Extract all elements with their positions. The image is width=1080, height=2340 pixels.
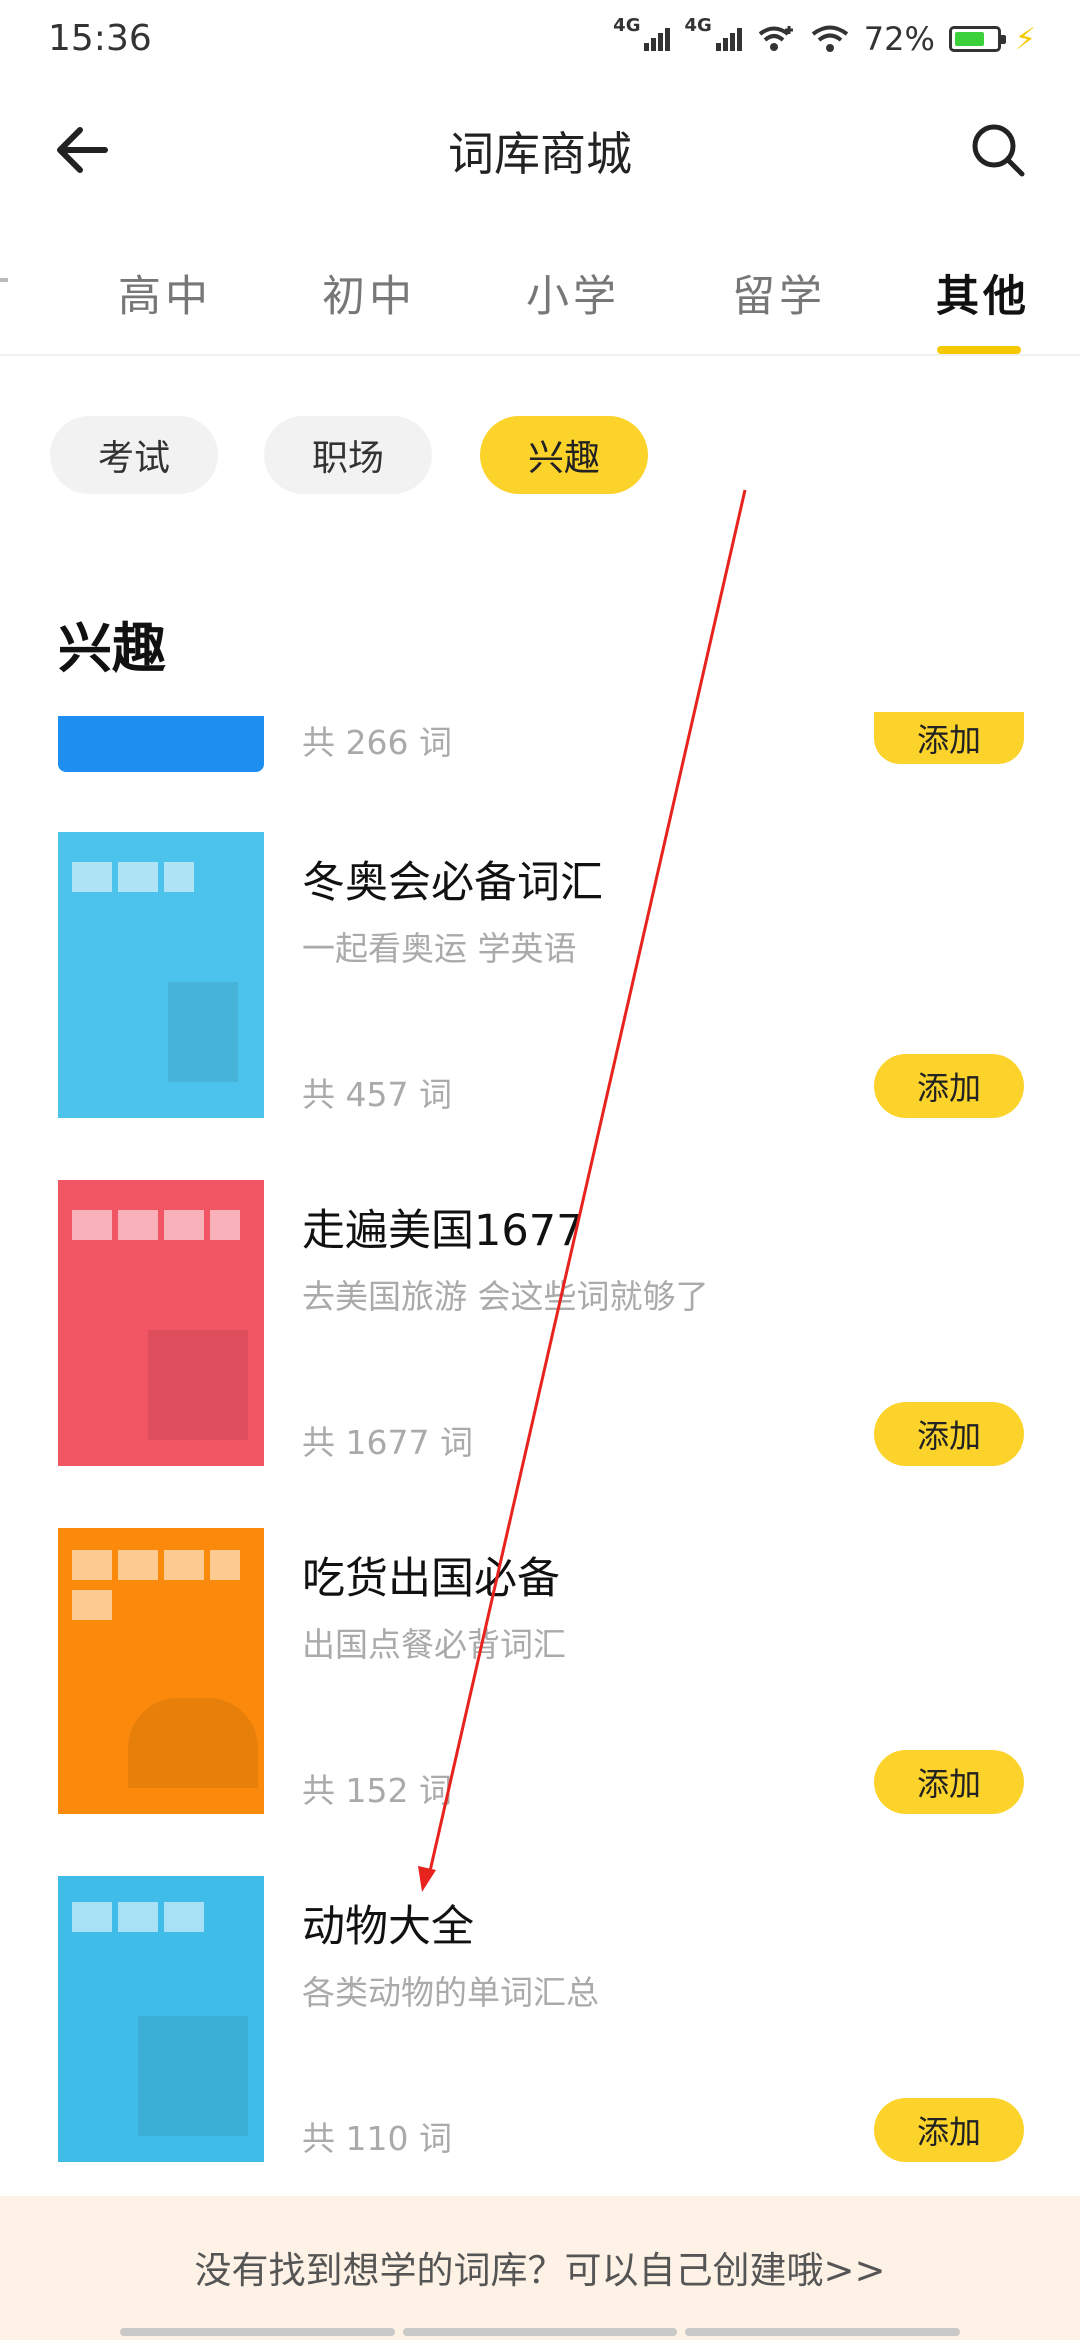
book-word-count: 共 457 词 (302, 1075, 452, 1114)
charging-icon: ⚡ (1014, 21, 1036, 57)
page-title: 词库商城 (448, 127, 632, 181)
active-tab-indicator (937, 346, 1021, 354)
book-item[interactable]: 走遍美国1677 去美国旅游 会这些词就够了 共 1677 词 添加 (0, 1180, 1080, 1530)
tab-scroll-edge (0, 278, 8, 282)
cellular-signal-icon-2: 4G (684, 16, 742, 51)
section-title: 兴趣 (58, 617, 166, 680)
book-item[interactable]: 冬奥会必备词汇 一起看奥运 学英语 共 457 词 添加 (0, 832, 1080, 1182)
book-title: 吃货出国必备 (302, 1554, 560, 1604)
book-title: 走遍美国1677 (302, 1206, 584, 1256)
book-description: 去美国旅游 会这些词就够了 (302, 1277, 709, 1316)
status-bar: 15:36 4G 4G 72% ⚡ (0, 0, 1080, 84)
book-description: 各类动物的单词汇总 (302, 1973, 599, 2012)
book-title: 动物大全 (302, 1902, 474, 1952)
book-cover (58, 1180, 264, 1466)
scroll-indicator (120, 2328, 961, 2336)
book-item[interactable]: 动物大全 各类动物的单词汇总 共 110 词 添加 (0, 1876, 1080, 2226)
add-button[interactable]: 添加 (874, 1054, 1024, 1118)
wifi-icon (811, 25, 849, 52)
book-word-count: 共 1677 词 (302, 1423, 473, 1462)
wifi-plus-icon (758, 26, 793, 51)
add-button[interactable]: 添加 (874, 1402, 1024, 1466)
add-button[interactable]: 添加 (874, 2098, 1024, 2162)
battery-percent: 72% (863, 20, 935, 58)
status-icons: 4G 4G 72% ⚡ (613, 16, 1036, 58)
book-cover (58, 1528, 264, 1814)
book-item-partial: 共 266 词 添加 (0, 712, 1080, 782)
cellular-signal-icon: 4G (613, 16, 671, 51)
tab-chuzhong[interactable]: 初中 (322, 262, 416, 324)
chip-career[interactable]: 职场 (264, 416, 432, 494)
status-time: 15:36 (48, 18, 152, 59)
add-button[interactable]: 添加 (874, 1750, 1024, 1814)
chip-interest[interactable]: 兴趣 (480, 416, 648, 494)
book-cover (58, 832, 264, 1118)
chip-exam[interactable]: 考试 (50, 416, 218, 494)
book-word-count: 共 266 词 (302, 723, 452, 762)
tab-qita[interactable]: 其他 (936, 262, 1030, 324)
create-wordbank-banner[interactable]: 没有找到想学的词库？可以自己创建哦>> (0, 2196, 1080, 2340)
create-wordbank-link[interactable]: 没有找到想学的词库？可以自己创建哦>> (0, 2240, 1080, 2294)
book-description: 一起看奥运 学英语 (302, 929, 577, 968)
add-button[interactable]: 添加 (874, 712, 1024, 764)
book-word-count: 共 152 词 (302, 1771, 452, 1810)
book-item[interactable]: 吃货出国必备 出国点餐必背词汇 共 152 词 添加 (0, 1528, 1080, 1878)
category-tabs: 高中 初中 小学 留学 其他 (0, 240, 1080, 356)
book-title: 冬奥会必备词汇 (302, 858, 603, 908)
tab-liuxue[interactable]: 留学 (732, 262, 826, 324)
book-description: 出国点餐必背词汇 (302, 1625, 566, 1664)
battery-icon (948, 26, 1006, 52)
book-cover (58, 716, 264, 772)
app-header: 词库商城 (0, 100, 1080, 196)
book-word-count: 共 110 词 (302, 2119, 452, 2158)
tab-gaozhong[interactable]: 高中 (118, 262, 212, 324)
book-cover (58, 1876, 264, 2162)
tab-xiaoxue[interactable]: 小学 (526, 262, 620, 324)
search-icon[interactable] (968, 120, 1028, 180)
